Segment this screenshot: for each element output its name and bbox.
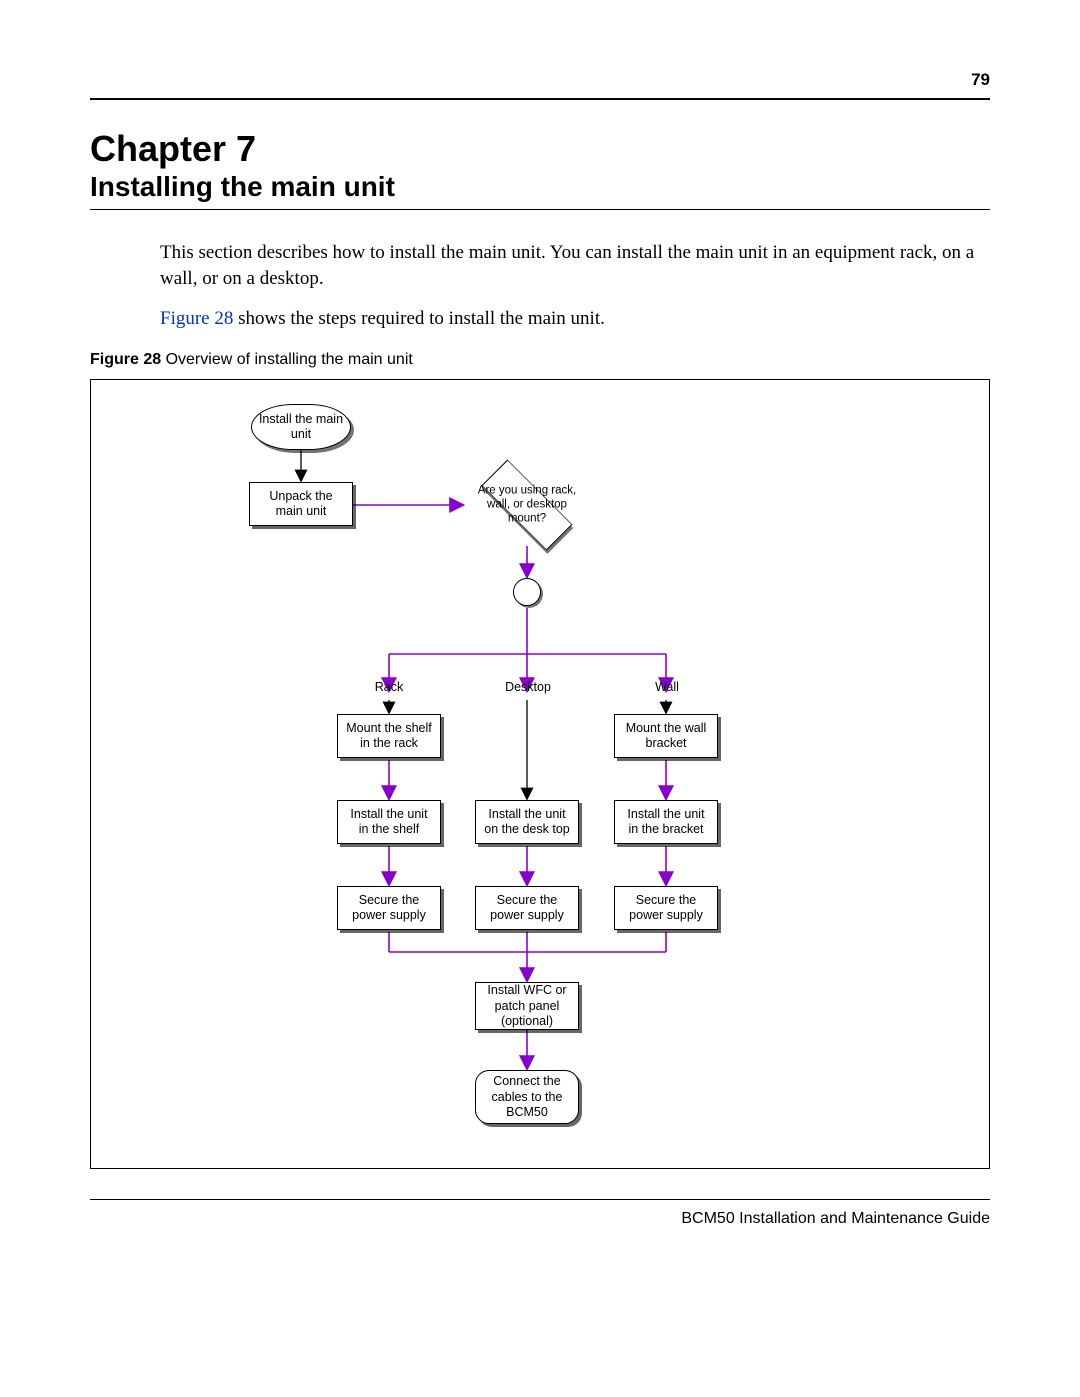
flow-rack-secure: Secure the power supply bbox=[337, 886, 441, 930]
figure-link[interactable]: Figure 28 bbox=[160, 308, 233, 329]
flow-install-wfc: Install WFC or patch panel (optional) bbox=[475, 982, 579, 1030]
flow-unpack: Unpack the main unit bbox=[249, 482, 353, 526]
flow-rack-mount: Mount the shelf in the rack bbox=[337, 714, 441, 758]
flow-desktop-install: Install the unit on the desk top bbox=[475, 800, 579, 844]
intro-paragraph: This section describes how to install th… bbox=[160, 240, 990, 291]
flow-connect-cables: Connect the cables to the BCM50 bbox=[475, 1070, 579, 1124]
flow-wall-secure: Secure the power supply bbox=[614, 886, 718, 930]
flow-wall-mount: Mount the wall bracket bbox=[614, 714, 718, 758]
figure-caption: Figure 28 Overview of installing the mai… bbox=[90, 351, 990, 369]
page-number: 79 bbox=[90, 70, 990, 90]
chapter-subtitle: Installing the main unit bbox=[90, 171, 990, 203]
figure-ref-text: shows the steps required to install the … bbox=[233, 308, 605, 329]
flow-branch-desktop-label: Desktop bbox=[501, 680, 555, 694]
footer-text: BCM50 Installation and Maintenance Guide bbox=[90, 1210, 990, 1228]
flow-desktop-secure: Secure the power supply bbox=[475, 886, 579, 930]
figure-flowchart: Install the main unit Unpack the main un… bbox=[90, 379, 990, 1169]
figure-ref-paragraph: Figure 28 shows the steps required to in… bbox=[160, 306, 990, 332]
flow-decision-text: Are you using rack, wall, or desktop mou… bbox=[462, 485, 592, 526]
flow-rack-install: Install the unit in the shelf bbox=[337, 800, 441, 844]
flow-start: Install the main unit bbox=[251, 404, 351, 450]
chapter-title: Chapter 7 bbox=[90, 128, 990, 169]
flow-branch-wall-label: Wall bbox=[649, 680, 685, 694]
flow-branch-rack-label: Rack bbox=[369, 680, 409, 694]
figure-caption-number: Figure 28 bbox=[90, 351, 161, 368]
figure-caption-text: Overview of installing the main unit bbox=[161, 351, 413, 368]
flow-wall-install: Install the unit in the bracket bbox=[614, 800, 718, 844]
top-divider bbox=[90, 98, 990, 100]
footer-divider bbox=[90, 1199, 990, 1200]
flow-decision: Are you using rack, wall, or desktop mou… bbox=[462, 464, 592, 546]
chapter-divider bbox=[90, 209, 990, 210]
